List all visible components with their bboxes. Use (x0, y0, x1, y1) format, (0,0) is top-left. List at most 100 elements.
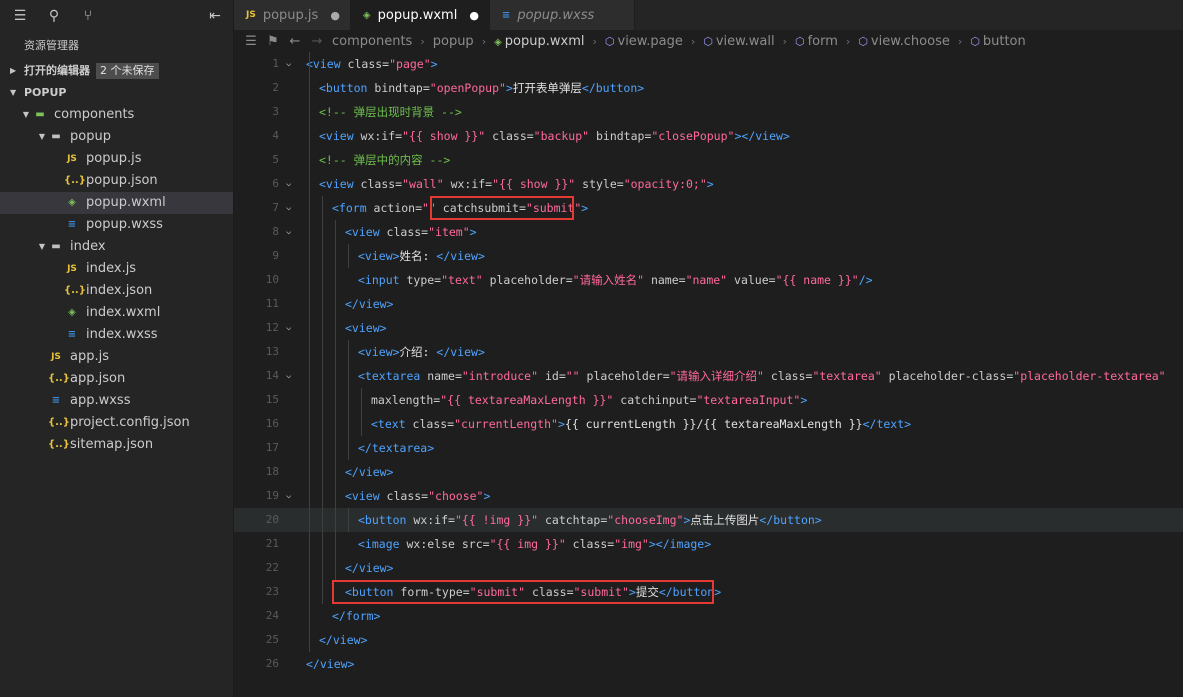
tree-item[interactable]: {..} popup.json (0, 170, 233, 192)
open-editors-section[interactable]: ▶ 打开的编辑器 2 个未保存 (0, 60, 233, 82)
code-text: <!-- 弹层出现时背景 --> (319, 100, 462, 124)
wxss-file-icon: ≡ (67, 329, 77, 340)
code-token: <!-- 弹层出现时背景 --> (319, 105, 462, 119)
code-line[interactable]: 9 <view>姓名: </view> (234, 244, 1183, 268)
js-file-icon: JS (67, 154, 77, 164)
code-line[interactable]: 24 </form> (234, 604, 1183, 628)
highlight-box (430, 196, 574, 220)
breadcrumb-item[interactable]: ⬡ view.choose (858, 34, 950, 49)
code-text: <!-- 弹层中的内容 --> (319, 148, 450, 172)
code-token: show (429, 129, 458, 143)
code-line[interactable]: 15 maxlength="{{ textareaMaxLength }}" ca… (234, 388, 1183, 412)
code-line[interactable]: 26 </view> (234, 652, 1183, 676)
code-line[interactable]: 20 <button wx:if="{{ !img }}" catchtap="c… (234, 508, 1183, 532)
chevron-right-icon: › (957, 34, 963, 48)
fold-chevron-icon[interactable]: ⌵ (286, 484, 291, 508)
forward-arrow-icon[interactable]: → (310, 34, 324, 49)
code-token: > (706, 177, 714, 191)
tree-item[interactable]: ▼ ▬ popup (0, 126, 233, 148)
fold-chevron-icon[interactable]: ⌵ (286, 196, 291, 220)
code-line[interactable]: 3 <!-- 弹层出现时背景 --> (234, 100, 1183, 124)
tab-popup-wxml[interactable]: ◈ popup.wxml ● (350, 0, 490, 30)
code-line[interactable]: 2 <button bindtap="openPopup">打开表单弹层</but… (234, 76, 1183, 100)
code-line[interactable]: 16 <text class="currentLength">{{ current… (234, 412, 1183, 436)
code-editor[interactable]: 1 ⌵ <view class="page"> 2 <button bindtap="o… (234, 52, 1183, 697)
indent-guide (335, 220, 336, 580)
tab-popup-wxss[interactable]: ≡ popup.wxss (489, 0, 636, 30)
breadcrumb-item[interactable]: popup (433, 34, 474, 49)
code-line[interactable]: 22 </view> (234, 556, 1183, 580)
unsaved-dot-icon[interactable]: ● (469, 9, 479, 22)
back-arrow-icon[interactable]: ← (288, 34, 302, 49)
tree-item[interactable]: {..} sitemap.json (0, 434, 233, 456)
code-token: > (505, 81, 513, 95)
breadcrumb-item[interactable]: ⬡ view.wall (703, 34, 774, 49)
element-cube-icon: ⬡ (604, 34, 615, 48)
code-token: "{{ (492, 177, 520, 191)
project-section[interactable]: ▼ POPUP (0, 82, 233, 104)
code-line[interactable]: 25 </view> (234, 628, 1183, 652)
code-line[interactable]: 4 <view wx:if="{{ show }}" class="backup"… (234, 124, 1183, 148)
fold-chevron-icon[interactable]: ⌵ (286, 364, 291, 388)
unsaved-dot-icon[interactable]: ● (330, 9, 340, 22)
tree-item[interactable]: ≡ index.wxss (0, 324, 233, 346)
source-control-icon[interactable]: ⑂ (80, 8, 96, 24)
bookmark-icon[interactable]: ⚑ (266, 34, 280, 49)
code-line[interactable]: 11 </view> (234, 292, 1183, 316)
breadcrumb-label: popup.wxml (504, 33, 585, 49)
list-icon[interactable]: ☰ (244, 34, 258, 49)
code-token: "{{ (440, 393, 468, 407)
tree-item[interactable]: ◈ popup.wxml (0, 192, 233, 214)
tree-item[interactable]: {..} app.json (0, 368, 233, 390)
tab-label: popup.wxml (377, 7, 458, 23)
code-line[interactable]: 21 <image wx:else src="{{ img }}" class="… (234, 532, 1183, 556)
collapse-sidebar-icon[interactable]: ⇤ (207, 8, 223, 24)
code-text: <view> (345, 316, 387, 340)
tree-item[interactable]: {..} project.config.json (0, 412, 233, 434)
code-line[interactable]: 17 </textarea> (234, 436, 1183, 460)
tree-item[interactable]: ◈ index.wxml (0, 302, 233, 324)
tree-item[interactable]: JS popup.js (0, 148, 233, 170)
explorer-list-icon[interactable]: ☰ (12, 8, 28, 24)
breadcrumb-item[interactable]: ⬡ view.page (605, 34, 683, 49)
tree-item[interactable]: {..} index.json (0, 280, 233, 302)
tree-item[interactable]: ▼ ▬ components (0, 104, 233, 126)
code-line[interactable]: 13 <view>介绍: </view> (234, 340, 1183, 364)
breadcrumb-item[interactable]: ⬡ form (795, 34, 838, 49)
code-token: <!-- 弹层中的内容 --> (319, 153, 451, 167)
breadcrumb-item[interactable]: ◈ popup.wxml (494, 34, 584, 49)
code-line[interactable]: 12 ⌵ <view> (234, 316, 1183, 340)
tree-item[interactable]: JS index.js (0, 258, 233, 280)
code-token: "text" (441, 273, 483, 287)
tree-item-label: index.js (86, 261, 137, 276)
tree-item-label: popup.wxml (86, 195, 166, 210)
code-line[interactable]: 7 ⌵ <form action="" catchsubmit="submit"> (234, 196, 1183, 220)
fold-chevron-icon[interactable]: ⌵ (286, 316, 291, 340)
code-line[interactable]: 14 ⌵ <textarea name="introduce" id="" plac… (234, 364, 1183, 388)
tree-item[interactable]: ▼ ▬ index (0, 236, 233, 258)
fold-chevron-icon[interactable]: ⌵ (286, 172, 291, 196)
code-line[interactable]: 8 ⌵ <view class="item"> (234, 220, 1183, 244)
element-cube-icon: ⬡ (794, 34, 805, 48)
breadcrumb-item[interactable]: components (332, 34, 412, 49)
code-line[interactable]: 5 <!-- 弹层中的内容 --> (234, 148, 1183, 172)
json-file-icon: {..} (48, 417, 70, 428)
element-cube-icon: ⬡ (858, 34, 868, 48)
code-line[interactable]: 18 </view> (234, 460, 1183, 484)
code-line[interactable]: 10 <input type="text" placeholder="请输入姓名"… (234, 268, 1183, 292)
tree-item[interactable]: ≡ app.wxss (0, 390, 233, 412)
tab-popup-js[interactable]: JS popup.js ● (234, 0, 351, 30)
code-line[interactable]: 19 ⌵ <view class="choose"> (234, 484, 1183, 508)
code-token: !img (482, 513, 511, 527)
fold-chevron-icon[interactable]: ⌵ (286, 220, 291, 244)
code-line[interactable]: 6 ⌵ <view class="wall" wx:if="{{ show }}" … (234, 172, 1183, 196)
code-token: "" (565, 369, 580, 383)
code-token: bindtap= (589, 129, 652, 143)
tree-item[interactable]: ≡ popup.wxss (0, 214, 233, 236)
fold-chevron-icon[interactable]: ⌵ (286, 52, 291, 76)
tree-item[interactable]: JS app.js (0, 346, 233, 368)
code-line[interactable]: 1 ⌵ <view class="page"> (234, 52, 1183, 76)
code-token: "请输入姓名" (572, 273, 645, 287)
breadcrumb-item[interactable]: ⬡ button (970, 34, 1026, 49)
search-icon[interactable]: ⚲ (46, 8, 62, 24)
